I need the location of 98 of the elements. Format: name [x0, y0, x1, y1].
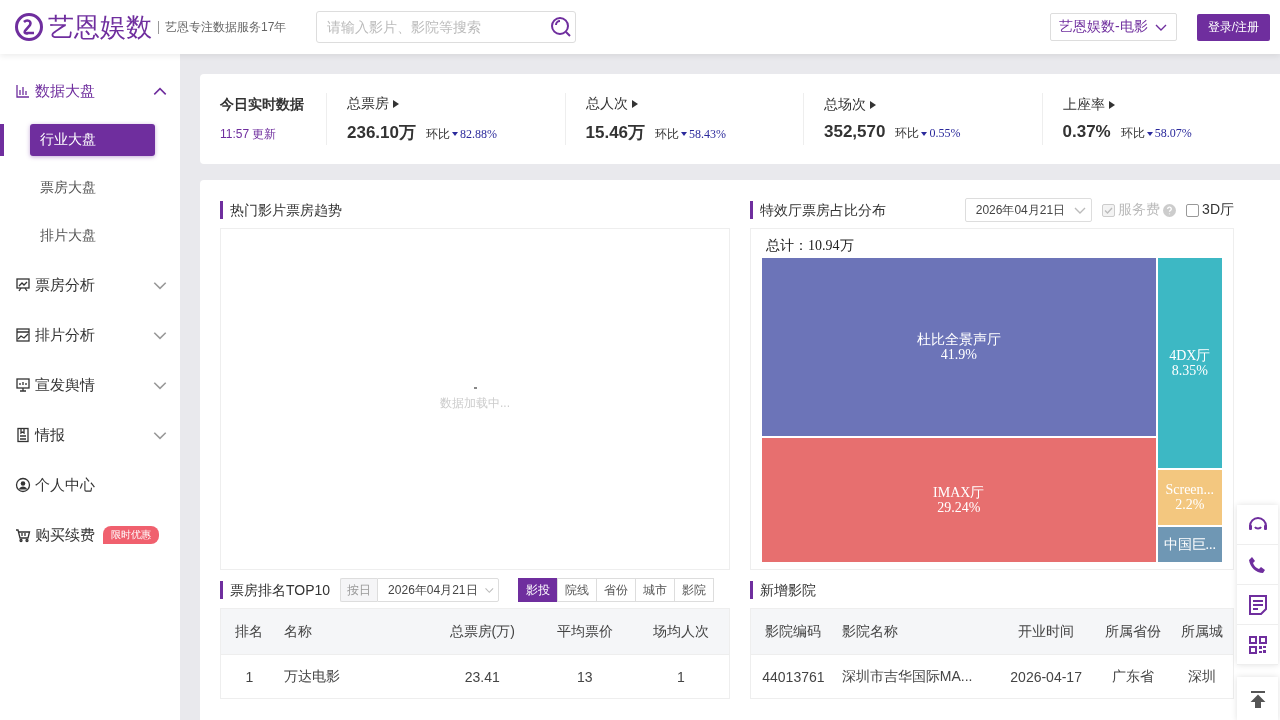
date-picker[interactable]: 2026年04月21日: [377, 578, 500, 602]
loading-spinner: [473, 386, 477, 389]
ratio-value: 0.55%: [929, 126, 961, 141]
table-cell: 1: [632, 654, 730, 699]
date-picker[interactable]: 2026年04月21日: [964, 198, 1093, 222]
metric-label: 总场次: [824, 96, 866, 114]
column-header: 影院名称: [835, 608, 999, 655]
segment-tab[interactable]: 城市: [635, 578, 676, 602]
column-header: 影院编码: [750, 608, 836, 655]
segment-tab[interactable]: 院线: [557, 578, 598, 602]
section-title: 特效厅票房占比分布: [750, 201, 886, 219]
user-icon: [15, 477, 31, 493]
segment-tab[interactable]: 省份: [596, 578, 637, 602]
sidebar-item[interactable]: 个人中心: [0, 460, 180, 510]
metric-value: 0.37%: [1062, 122, 1111, 142]
logo-text: 艺恩娱数: [48, 10, 152, 44]
down-triangle-icon: [1146, 129, 1153, 138]
checkmark-icon: [1104, 205, 1114, 215]
cart-icon: [15, 527, 31, 543]
table-cell: 13: [536, 654, 633, 699]
sidebar-item[interactable]: 票房分析: [0, 260, 180, 310]
checkbox[interactable]: 3D厅: [1186, 201, 1234, 219]
feedback-button[interactable]: [1237, 585, 1278, 625]
section-title: 新增影院: [750, 581, 816, 599]
caret-icon: [1108, 101, 1115, 109]
segment-tab[interactable]: 影院: [674, 578, 715, 602]
column-header: 总票房(万): [427, 608, 537, 655]
table-cell: 1: [220, 654, 278, 699]
metric-value: 352,570: [824, 122, 886, 142]
arrow-up-icon: [1249, 689, 1266, 708]
product-select[interactable]: 艺恩娱数-电影: [1050, 13, 1177, 41]
table-cell: 23.41: [427, 654, 537, 699]
monitor-icon: [15, 377, 31, 393]
table-cell: 广东省: [1093, 654, 1172, 699]
down-triangle-icon: [921, 129, 928, 138]
segment-tab[interactable]: 影投: [518, 578, 559, 602]
slogan: 艺恩专注数据服务17年: [158, 20, 287, 34]
caret-icon: [870, 101, 876, 109]
metric-label: 上座率: [1062, 96, 1105, 114]
document-icon: [15, 427, 31, 443]
search-icon[interactable]: [550, 16, 573, 38]
qr-code-icon: [1247, 634, 1268, 655]
sidebar-item[interactable]: 数据大盘: [0, 66, 180, 116]
sidebar-label: 购买续费: [35, 525, 95, 545]
table-cell: 2026-04-17: [998, 654, 1094, 699]
search-field[interactable]: 请输入影片、影院等搜索: [316, 11, 577, 43]
column-header: 排名: [220, 608, 278, 655]
table-cell: 万达电影: [277, 654, 428, 699]
phone-button[interactable]: [1237, 545, 1278, 585]
column-header: 开业时间: [998, 608, 1094, 655]
ratio-value: 82.88%: [460, 126, 497, 142]
treemap-tile[interactable]: 杜比全景声厅 41.9%: [761, 257, 1157, 437]
back-to-top-button[interactable]: [1237, 677, 1278, 720]
picture-frame-icon: [15, 327, 31, 343]
caret-icon: [631, 99, 638, 108]
metric-value: 15.46万: [585, 121, 646, 144]
note-icon: [1247, 593, 1268, 616]
metric-label: 总票房: [347, 94, 389, 113]
metric-value: 236.10万: [347, 121, 416, 144]
metric-label: 总人次: [585, 94, 628, 113]
table-cell: 44013761: [750, 654, 836, 699]
customer-service-button[interactable]: [1237, 505, 1278, 545]
sidebar-subitem[interactable]: 排片大盘: [30, 220, 155, 252]
down-triangle-icon: [452, 130, 458, 138]
update-time: 11:57 更新: [220, 125, 278, 143]
ratio-label: 环比: [655, 125, 680, 143]
sidebar-item[interactable]: 排片分析: [0, 310, 180, 360]
column-header: 所属省份: [1093, 608, 1172, 655]
table-cell: 深圳市吉华国际MA...: [835, 654, 999, 699]
period-label: 按日: [340, 578, 378, 602]
ratio-value: 58.43%: [689, 126, 727, 142]
login-button[interactable]: 登录/注册: [1196, 13, 1270, 41]
ratio-label: 环比: [895, 125, 920, 142]
table-cell: 深圳: [1171, 654, 1234, 699]
section-title: 热门影片票房趋势: [220, 201, 342, 219]
total-label: 总计：10.94万: [765, 237, 855, 255]
sidebar-subitem[interactable]: 行业大盘: [30, 124, 155, 156]
sidebar-label: 个人中心: [35, 475, 95, 495]
section-title: 票房排名TOP10: [220, 581, 331, 599]
ratio-value: 58.07%: [1154, 126, 1192, 141]
column-header: 名称: [277, 608, 428, 655]
caret-icon: [393, 99, 399, 108]
ratio-label: 环比: [426, 125, 450, 143]
column-header: 平均票价: [536, 608, 633, 655]
logo-icon: [14, 12, 44, 42]
sidebar-item[interactable]: 宣发舆情: [0, 360, 180, 410]
sidebar-subitem[interactable]: 票房大盘: [30, 172, 155, 204]
realtime-title: 今日实时数据: [220, 95, 305, 114]
qr-code-button[interactable]: [1237, 625, 1278, 665]
presentation-board-icon: [15, 277, 31, 293]
sidebar-item[interactable]: 情报: [0, 410, 180, 460]
sidebar-item[interactable]: 购买续费 限时优惠: [0, 510, 180, 560]
bar-chart-icon: [15, 83, 31, 99]
column-header: 场均人次: [632, 608, 730, 655]
column-header: 所属城: [1171, 608, 1234, 655]
down-triangle-icon: [681, 130, 688, 138]
ratio-label: 环比: [1120, 125, 1145, 142]
promo-badge: 限时优惠: [103, 526, 159, 544]
